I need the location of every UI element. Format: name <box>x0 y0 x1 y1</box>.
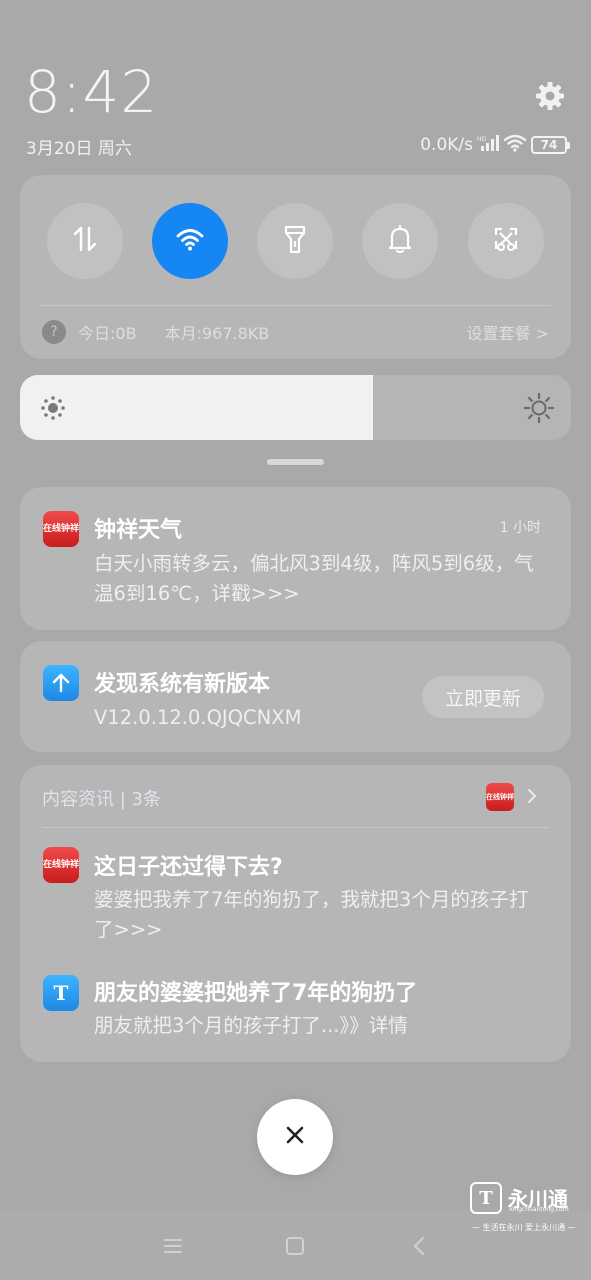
updater-app-icon <box>43 665 79 701</box>
home-icon[interactable] <box>281 1232 309 1260</box>
news-title: 朋友的婆婆把她养了7年的狗扔了 <box>94 981 418 1006</box>
brightness-fill <box>20 375 373 440</box>
news-item[interactable]: 在线钟祥 这日子还过得下去? 婆婆把我养了7年的狗扔了，我就把3个月的孩子打了>… <box>20 835 571 955</box>
chevron-right-icon[interactable] <box>526 787 538 809</box>
notification-title: 钟祥天气 <box>94 518 183 543</box>
weather-notification[interactable]: 在线钟祥 钟祥天气 1 小时 白天小雨转多云，偏北风3到4级，阵风5到6级，气温… <box>20 487 571 630</box>
battery-level: 74 <box>540 138 558 152</box>
brightness-low-icon <box>40 395 66 425</box>
set-plan-link[interactable]: 设置套餐 > <box>467 320 550 344</box>
flashlight-toggle[interactable] <box>257 203 333 279</box>
data-transfer-icon <box>71 224 99 258</box>
wifi-status-icon <box>503 134 527 157</box>
arrow-up-icon <box>52 673 70 693</box>
group-divider <box>42 827 549 828</box>
system-update-notification[interactable]: 发现系统有新版本 V12.0.12.0.QJQCNXM 立即更新 <box>20 641 571 752</box>
notification-time: 1 小时 <box>499 520 541 536</box>
status-bar: 0.0K/s HD 74 <box>420 134 570 157</box>
scissors-icon <box>492 225 520 257</box>
gear-icon[interactable] <box>534 80 566 112</box>
group-header: 内容资讯 | 3条 <box>42 789 161 810</box>
back-icon[interactable] <box>405 1232 433 1260</box>
news-title: 这日子还过得下去? <box>94 855 283 880</box>
usage-month: 本月:967.8KB <box>164 324 270 343</box>
wifi-toggle[interactable] <box>152 203 228 279</box>
brightness-slider[interactable] <box>20 375 571 440</box>
svg-text:HD: HD <box>477 136 487 143</box>
sound-toggle[interactable] <box>362 203 438 279</box>
menu-icon[interactable] <box>159 1232 187 1260</box>
news-notification-group[interactable]: 内容资讯 | 3条 在线钟祥 在线钟祥 这日子还过得下去? 婆婆把我养了7年的狗… <box>20 765 571 1062</box>
notification-title: 发现系统有新版本 <box>94 672 271 697</box>
quick-settings-panel: ? 今日:0B 本月:967.8KB 设置套餐 > <box>20 175 571 359</box>
news-body: 朋友就把3个月的孩子打了...》》详情 <box>94 1014 408 1037</box>
close-icon <box>284 1124 306 1150</box>
screenshot-toggle[interactable] <box>468 203 544 279</box>
news-item[interactable]: T 朋友的婆婆把她养了7年的狗扔了 朋友就把3个月的孩子打了...》》详情 <box>20 965 571 1055</box>
zaixian-zhongxiang-app-icon: 在线钟祥 <box>43 847 79 883</box>
date: 3月20日 周六 <box>26 139 132 159</box>
app-badge-text: T <box>53 981 69 1005</box>
navigation-bar <box>0 1210 591 1280</box>
brightness-high-icon <box>523 392 555 428</box>
clear-notifications-button[interactable] <box>257 1099 333 1175</box>
bell-icon <box>387 224 413 258</box>
qs-divider <box>40 305 551 306</box>
yongchuantong-app-icon: T <box>43 975 79 1011</box>
clock: 8:42 <box>24 58 159 126</box>
group-app-icon: 在线钟祥 <box>486 783 514 811</box>
net-speed: 0.0K/s <box>420 135 473 155</box>
wifi-icon <box>175 227 205 255</box>
battery-icon: 74 <box>531 136 570 154</box>
update-now-button[interactable]: 立即更新 <box>422 676 544 718</box>
help-icon[interactable]: ? <box>42 320 66 344</box>
app-badge-text: 在线钟祥 <box>43 523 80 534</box>
data-usage-row: ? 今日:0B 本月:967.8KB 设置套餐 > <box>42 319 549 345</box>
flashlight-icon <box>282 224 308 258</box>
notification-body: 白天小雨转多云，偏北风3到4级，阵风5到6级，气温6到16℃，详戳>>> <box>94 552 534 605</box>
signal-icon: HD <box>477 134 499 156</box>
mobile-data-toggle[interactable] <box>47 203 123 279</box>
usage-today: 今日:0B <box>78 324 137 343</box>
drag-handle[interactable] <box>267 459 324 465</box>
news-body: 婆婆把我养了7年的狗扔了，我就把3个月的孩子打了>>> <box>94 888 529 941</box>
update-version: V12.0.12.0.QJQCNXM <box>94 706 302 729</box>
app-badge-text: 在线钟祥 <box>43 859 80 870</box>
zaixian-zhongxiang-app-icon: 在线钟祥 <box>43 511 79 547</box>
group-app-badge: 在线钟祥 <box>486 792 514 801</box>
